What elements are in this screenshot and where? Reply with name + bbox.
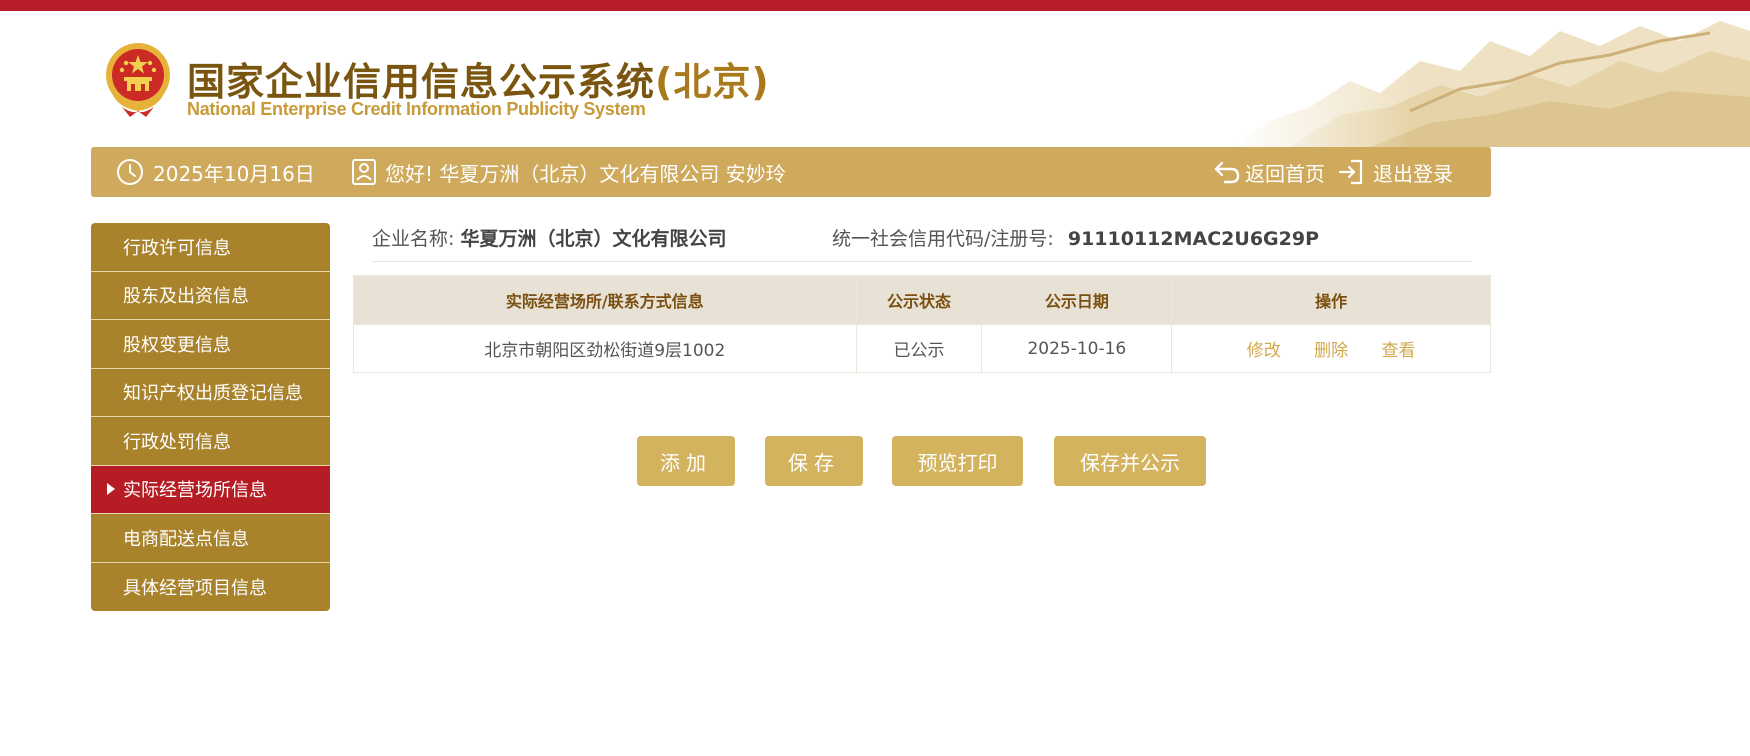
company-name: 企业名称: 华夏万洲（北京）文化有限公司 bbox=[372, 224, 726, 251]
column-header-status: 公示状态 bbox=[855, 275, 983, 325]
sidebar-item-ip-pledge[interactable]: 知识产权出质登记信息 bbox=[91, 368, 330, 417]
sidebar-item-label: 股权变更信息 bbox=[123, 334, 231, 356]
sidebar-nav: 行政许可信息 股东及出资信息 股权变更信息 知识产权出质登记信息 行政处罚信息 … bbox=[91, 223, 330, 611]
delete-link[interactable]: 删除 bbox=[1314, 341, 1348, 361]
greeting-text: 您好! 华夏万洲（北京）文化有限公司 安妙玲 bbox=[385, 161, 786, 186]
sidebar-item-label: 行政许可信息 bbox=[123, 237, 231, 259]
save-and-publish-button[interactable]: 保存并公示 bbox=[1054, 436, 1206, 486]
sidebar-item-label: 实际经营场所信息 bbox=[123, 480, 267, 502]
date-display: 2025年10月16日 bbox=[115, 147, 315, 197]
column-header-address: 实际经营场所/联系方式信息 bbox=[353, 275, 857, 325]
add-button[interactable]: 添加 bbox=[637, 436, 735, 486]
credit-code-value: 91110112MAC2U6G29P bbox=[1067, 228, 1320, 250]
return-home-label: 返回首页 bbox=[1245, 161, 1325, 186]
sidebar-item-business-items[interactable]: 具体经营项目信息 bbox=[91, 562, 330, 611]
top-red-bar bbox=[0, 0, 1750, 11]
logout-link[interactable]: 退出登录 bbox=[1337, 147, 1453, 197]
cell-address: 北京市朝阳区劲松街道9层1002 bbox=[353, 324, 857, 373]
edit-link[interactable]: 修改 bbox=[1247, 341, 1281, 361]
cell-operations: 修改 删除 查看 bbox=[1171, 324, 1491, 373]
view-link[interactable]: 查看 bbox=[1382, 341, 1416, 361]
site-header: 国家企业信用信息公示系统(北京) National Enterprise Cre… bbox=[0, 11, 1750, 147]
site-title: 国家企业信用信息公示系统(北京) bbox=[187, 51, 770, 106]
national-emblem-icon bbox=[106, 43, 170, 117]
column-header-operation: 操作 bbox=[1171, 275, 1491, 325]
sidebar-item-business-premises[interactable]: 实际经营场所信息 bbox=[91, 465, 330, 514]
user-greeting: 您好! 华夏万洲（北京）文化有限公司 安妙玲 bbox=[351, 147, 786, 197]
great-wall-scenery-icon bbox=[1230, 11, 1750, 147]
table-header-row: 实际经营场所/联系方式信息 公示状态 公示日期 操作 bbox=[353, 275, 1491, 325]
sidebar-item-label: 具体经营项目信息 bbox=[123, 577, 267, 599]
sidebar-item-label: 知识产权出质登记信息 bbox=[123, 383, 303, 405]
clock-icon bbox=[117, 159, 143, 185]
sidebar-item-label: 行政处罚信息 bbox=[123, 431, 231, 453]
column-header-date: 公示日期 bbox=[981, 275, 1173, 325]
site-title-cn: 国家企业信用信息公示系统 bbox=[187, 60, 656, 104]
table-row: 北京市朝阳区劲松街道9层1002 已公示 2025-10-16 修改 删除 查看 bbox=[353, 324, 1491, 373]
save-button[interactable]: 保存 bbox=[765, 436, 863, 486]
user-badge-icon bbox=[352, 159, 376, 185]
company-info: 企业名称: 华夏万洲（北京）文化有限公司 统一社会信用代码/注册号: 91110… bbox=[372, 222, 1472, 262]
current-date: 2025年10月16日 bbox=[153, 161, 315, 186]
return-home-link[interactable]: 返回首页 bbox=[1213, 147, 1325, 197]
cell-date: 2025-10-16 bbox=[981, 324, 1173, 373]
sidebar-item-label: 电商配送点信息 bbox=[123, 528, 249, 550]
company-name-value: 华夏万洲（北京）文化有限公司 bbox=[460, 228, 727, 250]
logout-label: 退出登录 bbox=[1373, 161, 1453, 186]
sidebar-item-shareholders[interactable]: 股东及出资信息 bbox=[91, 271, 330, 320]
preview-print-button[interactable]: 预览打印 bbox=[892, 436, 1023, 486]
sidebar-item-label: 股东及出资信息 bbox=[123, 286, 249, 308]
premises-table: 实际经营场所/联系方式信息 公示状态 公示日期 操作 北京市朝阳区劲松街道9层1… bbox=[353, 275, 1491, 373]
company-name-label: 企业名称: bbox=[372, 228, 455, 250]
top-toolbar: 2025年10月16日 您好! 华夏万洲（北京）文化有限公司 安妙玲 返回首页 … bbox=[91, 147, 1491, 197]
sidebar-item-admin-license[interactable]: 行政许可信息 bbox=[91, 223, 330, 272]
logout-icon bbox=[1338, 159, 1363, 185]
credit-code: 统一社会信用代码/注册号: 91110112MAC2U6G29P bbox=[832, 224, 1319, 251]
site-title-region: (北京) bbox=[655, 60, 770, 104]
active-arrow-icon bbox=[107, 483, 115, 496]
site-title-en: National Enterprise Credit Information P… bbox=[187, 99, 646, 119]
return-arrow-icon bbox=[1214, 161, 1240, 184]
sidebar-item-ecommerce-delivery[interactable]: 电商配送点信息 bbox=[91, 514, 330, 563]
sidebar-item-equity-change[interactable]: 股权变更信息 bbox=[91, 320, 330, 369]
sidebar-item-admin-penalty[interactable]: 行政处罚信息 bbox=[91, 417, 330, 466]
cell-status: 已公示 bbox=[855, 324, 983, 373]
credit-code-label: 统一社会信用代码/注册号: bbox=[832, 228, 1054, 250]
